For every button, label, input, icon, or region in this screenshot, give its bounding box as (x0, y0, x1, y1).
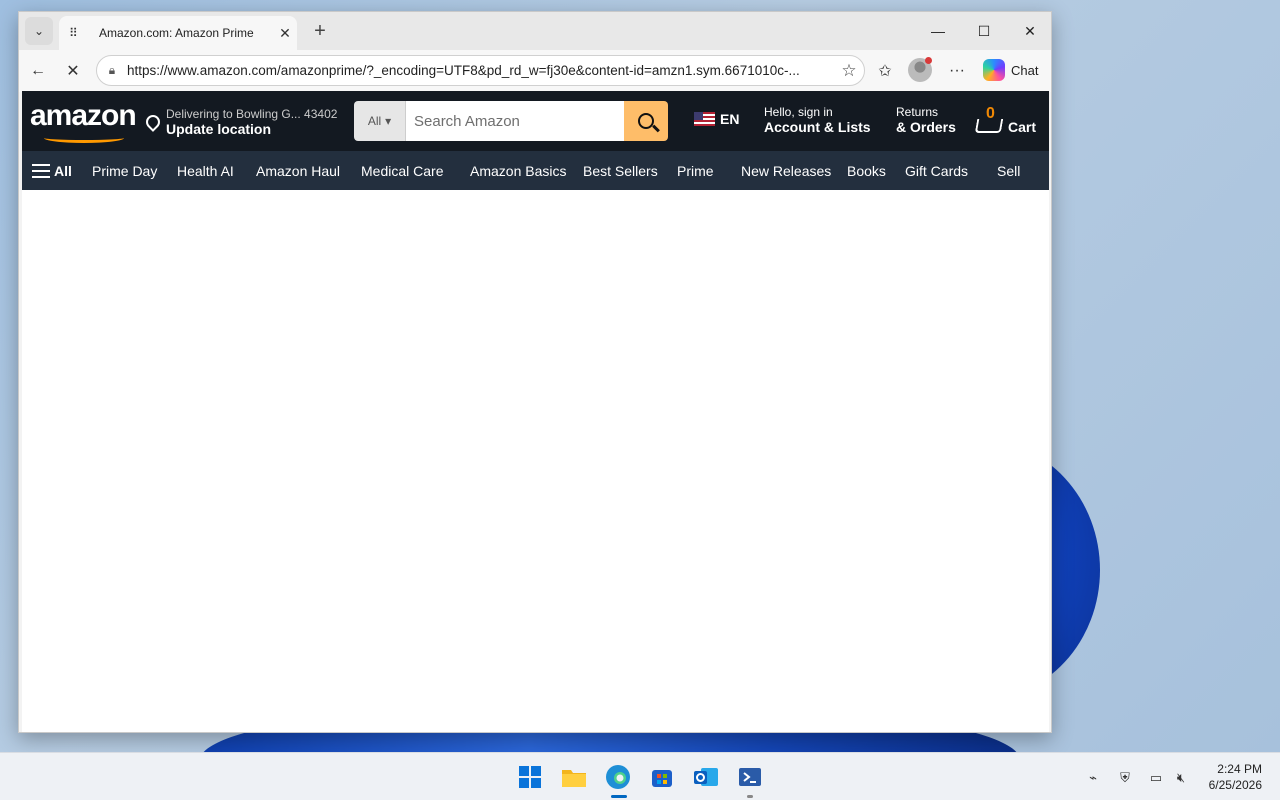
search-button[interactable] (624, 101, 668, 141)
nav-health-ai[interactable]: Health AI (177, 163, 234, 179)
edge-icon[interactable] (604, 763, 632, 791)
hamburger-icon (32, 163, 50, 178)
returns-orders[interactable]: Returns & Orders (896, 105, 956, 135)
update-location-label: Update location (166, 121, 272, 137)
loading-icon: ⠿ (69, 26, 78, 40)
system-clock[interactable]: 2:24 PM 6/25/2026 (1198, 761, 1262, 793)
clock-date: 6/25/2026 (1208, 778, 1262, 792)
nav-best-sellers[interactable]: Best Sellers (583, 163, 658, 179)
nav-books[interactable]: Books (847, 163, 886, 179)
tab-bar: ⌄ ⠿ Amazon.com: Amazon Prime ✕ + — ☐ ✕ (19, 12, 1051, 50)
nav-medical-care[interactable]: Medical Care (361, 163, 443, 179)
nav-new-releases[interactable]: New Releases (741, 163, 831, 179)
taskbar: ⌁ ⛨ ▭ 🔇︎ 2:24 PM 6/25/2026 (0, 752, 1280, 800)
network-icon[interactable]: ▭ (1147, 769, 1165, 787)
amazon-subnav: All Prime Day Health AI Amazon Haul Medi… (22, 151, 1049, 190)
tab-title: Amazon.com: Amazon Prime (99, 26, 254, 40)
amazon-smile-icon (44, 133, 124, 143)
terminal-icon[interactable] (736, 763, 764, 791)
site-info-icon[interactable]: 🔒︎ (97, 63, 127, 78)
close-tab-icon[interactable]: ✕ (273, 25, 297, 42)
url-text[interactable]: https://www.amazon.com/amazonprime/?_enc… (127, 63, 834, 78)
maximize-button[interactable]: ☐ (961, 16, 1007, 46)
browser-toolbar: ← ✕ 🔒︎ https://www.amazon.com/amazonprim… (19, 50, 1051, 92)
all-menu-button[interactable]: All (32, 163, 72, 179)
close-window-button[interactable]: ✕ (1007, 16, 1053, 46)
clock-time: 2:24 PM (1217, 762, 1262, 776)
web-page: amazon Delivering to Bowling G... 43402 … (22, 91, 1049, 732)
stop-loading-button[interactable]: ✕ (59, 57, 87, 85)
tab-amazon-prime[interactable]: ⠿ Amazon.com: Amazon Prime ✕ (59, 16, 297, 50)
favorite-star-icon[interactable]: ☆ (834, 61, 864, 81)
copilot-icon (983, 59, 1005, 81)
outlook-icon[interactable] (692, 763, 720, 791)
cart-button[interactable]: 0 Cart (972, 103, 1036, 139)
nav-amazon-basics[interactable]: Amazon Basics (470, 163, 566, 179)
tab-list-icon[interactable]: ⌄ (25, 17, 53, 45)
nav-prime[interactable]: Prime (677, 163, 714, 179)
new-tab-button[interactable]: + (307, 18, 333, 44)
copilot-chat-button[interactable]: Chat (977, 55, 1047, 85)
location-pin-icon (143, 112, 163, 132)
nav-sell[interactable]: Sell (997, 163, 1020, 179)
minimize-button[interactable]: — (915, 16, 961, 46)
language-selector[interactable]: EN (694, 111, 739, 127)
usb-icon[interactable]: ⌁ (1084, 769, 1102, 787)
account-lists[interactable]: Hello, sign in Account & Lists (764, 105, 871, 135)
nav-amazon-haul[interactable]: Amazon Haul (256, 163, 340, 179)
address-bar[interactable]: 🔒︎ https://www.amazon.com/amazonprime/?_… (96, 55, 865, 86)
volume-muted-icon[interactable]: 🔇︎ (1172, 769, 1190, 787)
cart-icon: 0 (972, 105, 1008, 139)
running-app-indicator (747, 795, 753, 798)
copilot-label: Chat (1011, 62, 1039, 78)
amazon-logo[interactable]: amazon (30, 99, 137, 145)
us-flag-icon (694, 112, 715, 126)
security-shield-icon[interactable]: ⛨ (1116, 769, 1134, 787)
more-icon[interactable]: ··· (943, 57, 971, 85)
search-category-select[interactable]: All ▾ (354, 101, 406, 141)
file-explorer-icon[interactable] (560, 763, 588, 791)
nav-prime-day[interactable]: Prime Day (92, 163, 157, 179)
delivery-location[interactable]: Delivering to Bowling G... 43402 Update … (143, 105, 338, 139)
dropdown-caret-icon: ▾ (385, 114, 392, 128)
store-icon[interactable] (648, 763, 676, 791)
start-icon[interactable] (516, 763, 544, 791)
nav-gift-cards[interactable]: Gift Cards (905, 163, 968, 179)
search-bar: All ▾ (354, 101, 668, 141)
favorites-icon[interactable]: ✩ (871, 57, 899, 85)
active-app-indicator (611, 795, 627, 798)
search-icon (638, 113, 654, 129)
profile-notification-dot (925, 57, 932, 64)
amazon-header: amazon Delivering to Bowling G... 43402 … (22, 91, 1049, 151)
browser-window: ⌄ ⠿ Amazon.com: Amazon Prime ✕ + — ☐ ✕ ←… (18, 11, 1052, 733)
cart-count: 0 (986, 105, 995, 122)
delivery-address: Delivering to Bowling G... 43402 (166, 107, 338, 121)
back-button[interactable]: ← (24, 57, 52, 85)
search-input[interactable] (406, 101, 624, 141)
